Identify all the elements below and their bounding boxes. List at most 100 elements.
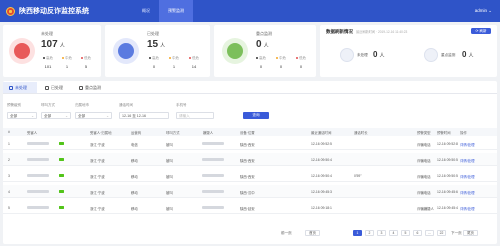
table-cell: 12-16 09:50:5 — [437, 174, 458, 178]
first-page-button[interactable]: 首页 — [305, 230, 320, 236]
table-cell: 12-16 09:45:3 — [311, 190, 332, 194]
tab-overview[interactable]: 概况 — [133, 0, 159, 22]
table-row[interactable]: 5 浙江·宁波 移动 被叫 陕西·延安 12-16 09:18:1 诈骗嫌疑人 12-16 0… — [3, 201, 497, 214]
table-cell: 移动 — [131, 191, 138, 195]
table-cell: 诈骗电话 — [417, 159, 431, 163]
redacted-value — [27, 206, 49, 209]
target-icon — [222, 38, 248, 64]
row-actions[interactable]: 详情/处理 — [460, 190, 475, 195]
alert-level-select[interactable]: 全部 ⌄ — [7, 112, 37, 119]
redacted-value — [27, 190, 49, 193]
page-button[interactable]: 22 — [437, 230, 446, 236]
table-header: # 受害人 受害人·归属地 运营商 呼叫方式 嫌疑人 设备·位置 最近通话时间 … — [3, 128, 497, 136]
table-cell: 2 — [8, 158, 10, 162]
page-button[interactable]: … — [425, 230, 434, 236]
redacted-value — [27, 158, 49, 161]
page-button[interactable]: 6 — [413, 230, 422, 236]
col-header: 操作 — [460, 131, 467, 135]
table-cell: 12-16 09:52:8 — [437, 142, 458, 146]
call-time-range[interactable]: 12-16 至 12-16 — [119, 112, 169, 119]
filter-label: 预警级别 — [7, 103, 21, 107]
page-button[interactable]: 5 — [401, 230, 410, 236]
eye-icon — [424, 48, 438, 62]
table-cell: 4 — [8, 190, 10, 194]
col-header: 运营商 — [131, 131, 142, 135]
check-icon — [45, 85, 49, 90]
page-button[interactable]: 3 — [377, 230, 386, 236]
table-row[interactable]: 4 浙江·宁波 移动 被叫 陕西·汉中 12-16 09:45:3 诈骗电话 12-16 09… — [3, 185, 497, 198]
redacted-value — [27, 174, 49, 177]
page-button[interactable]: 1 — [353, 230, 362, 236]
panel-item-value: 0人 — [462, 50, 474, 59]
stat-card-processed: 已处理 15 人 高危 0 中危 1 低危 14 — [105, 25, 210, 77]
stat-card-key-monitor: 重点监测 0人 高危 0 中危 0 低危 0 — [214, 25, 316, 77]
panel-item-label: 未处理 — [357, 53, 368, 57]
table-cell: 移动 — [131, 175, 138, 179]
redacted-value — [27, 142, 49, 145]
table-cell: 被叫 — [166, 175, 173, 179]
col-header: 设备·位置 — [240, 131, 255, 135]
table-row[interactable]: 3 浙江·宁波 移动 被叫 陕西·西安 12-16 09:50:4 0'59" 诈骗电话 12-… — [3, 169, 497, 182]
filter-label: 呼叫方式 — [41, 103, 55, 107]
subtab-key-monitor[interactable]: 重点监测 — [75, 82, 111, 93]
table-cell: 3 — [8, 174, 10, 178]
sub-mid: 中危 0 — [272, 56, 290, 69]
sub-high: 高危 0 — [252, 56, 270, 69]
top-bar: 陕西移动反诈监控系统 概况 预警监测 admin ⌄ — [0, 0, 500, 22]
row-actions[interactable]: 详情/处理 — [460, 206, 475, 211]
phone-input[interactable]: 请输入 — [176, 112, 214, 119]
redacted-value — [202, 158, 224, 161]
table-cell: 移动 — [131, 207, 138, 211]
redacted-value — [202, 142, 224, 145]
subtab-processed[interactable]: 已处理 — [41, 82, 73, 93]
table-cell: 0'59" — [354, 174, 362, 178]
next-page[interactable]: 下一页 — [451, 231, 462, 236]
table-row[interactable]: 1 浙江·宁波 电信 被叫 陕西·西安 12-16 09:52:5 诈骗电话 12-16 09… — [3, 137, 497, 150]
clipboard-icon — [113, 38, 139, 64]
user-menu[interactable]: admin ⌄ — [475, 0, 492, 22]
app-title: 陕西移动反诈监控系统 — [19, 8, 89, 15]
status-badge — [59, 190, 64, 193]
subtab-unprocessed[interactable]: 未处理 — [3, 82, 37, 93]
table-cell: 浙江·宁波 — [90, 159, 105, 163]
sub-mid: 中危 1 — [58, 56, 76, 69]
call-method-select[interactable]: 全部 ⌄ — [41, 112, 71, 119]
row-actions[interactable]: 详情/处理 — [460, 158, 475, 163]
col-header: 呼叫方式 — [166, 131, 180, 135]
stat-value: 107 人 — [41, 39, 65, 50]
page-button[interactable]: 2 — [365, 230, 374, 236]
row-actions[interactable]: 详情/处理 — [460, 174, 475, 179]
panel-title: 数据刷新情况 最近刷新时间 · 2019-12-16 11:40:23 — [326, 29, 408, 34]
sub-low: 低危 0 — [292, 56, 310, 69]
table-cell: 12-16 09:45:4 — [437, 206, 458, 210]
table-cell: 浙江·宁波 — [90, 143, 105, 147]
table-cell: 1 — [8, 142, 10, 146]
filter-label: 手机号 — [176, 103, 187, 107]
table-cell: 诈骗电话 — [417, 175, 431, 179]
table-cell: 诈骗嫌疑人 — [417, 207, 434, 211]
prev-page[interactable]: 前一页 — [281, 231, 292, 236]
divider — [3, 93, 497, 94]
list-icon — [9, 85, 13, 90]
sub-low: 低危 5 — [77, 56, 95, 69]
table-cell: 陕西·西安 — [240, 159, 255, 163]
row-actions[interactable]: 详情/处理 — [460, 142, 475, 147]
page-button[interactable]: 4 — [389, 230, 398, 236]
table-cell: 陕西·汉中 — [240, 191, 255, 195]
col-header: # — [8, 130, 10, 134]
col-header: 预警类型 — [417, 131, 431, 135]
filter-label: 归属地市 — [75, 103, 89, 107]
tab-alert-monitor[interactable]: 预警监测 — [159, 0, 193, 22]
table-cell: 被叫 — [166, 191, 173, 195]
search-button[interactable]: 查询 — [243, 112, 269, 119]
last-page-button[interactable]: 尾页 — [463, 230, 478, 236]
stat-label: 未处理 — [41, 31, 53, 36]
redacted-value — [202, 190, 224, 193]
table-cell: 诈骗电话 — [417, 143, 431, 147]
redacted-value — [202, 206, 224, 209]
refresh-button[interactable]: ⟳ 刷新 — [471, 28, 491, 34]
table-row[interactable]: 2 浙江·宁波 移动 被叫 陕西·西安 12-16 09:50:4 诈骗电话 12-16 09… — [3, 153, 497, 166]
table-cell: 12-16 09:50:4 — [311, 158, 332, 162]
city-select[interactable]: 全部 ⌄ — [75, 112, 112, 119]
filter-label: 通话时间 — [119, 103, 133, 107]
